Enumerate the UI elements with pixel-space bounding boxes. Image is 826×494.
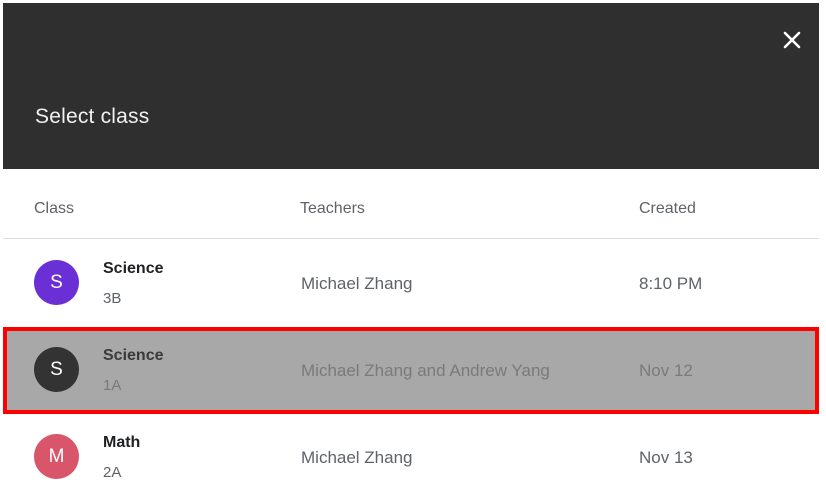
dialog-header: Select class	[3, 3, 819, 169]
column-header-teachers: Teachers	[300, 200, 365, 217]
close-icon	[783, 31, 801, 49]
class-name: Science	[103, 260, 164, 277]
class-row-science-1a[interactable]: S Science 1A Michael Zhang and Andrew Ya…	[3, 327, 819, 414]
class-teachers: Michael Zhang	[301, 274, 413, 293]
column-header-class: Class	[34, 200, 75, 217]
column-header-created: Created	[639, 200, 696, 217]
class-teachers: Michael Zhang and Andrew Yang	[301, 361, 550, 380]
close-button[interactable]	[775, 23, 809, 57]
header-divider	[3, 238, 819, 239]
avatar: S	[34, 347, 79, 392]
class-row-science-3b[interactable]: S Science 3B Michael Zhang 8:10 PM	[3, 240, 819, 327]
class-created: 8:10 PM	[639, 274, 703, 293]
select-class-dialog: Select class Class Teachers Created S Sc…	[0, 0, 826, 494]
class-row-math-2a[interactable]: M Math 2A Michael Zhang Nov 13	[3, 414, 819, 494]
dialog-title: Select class	[35, 105, 150, 128]
class-teachers: Michael Zhang	[301, 448, 413, 467]
avatar: S	[34, 260, 79, 305]
class-section: 2A	[103, 464, 122, 481]
class-section: 3B	[103, 290, 122, 307]
class-created: Nov 13	[639, 448, 693, 467]
class-name: Science	[103, 347, 164, 364]
class-section: 1A	[103, 377, 122, 394]
class-created: Nov 12	[639, 361, 693, 380]
avatar: M	[34, 434, 79, 479]
class-name: Math	[103, 434, 141, 451]
